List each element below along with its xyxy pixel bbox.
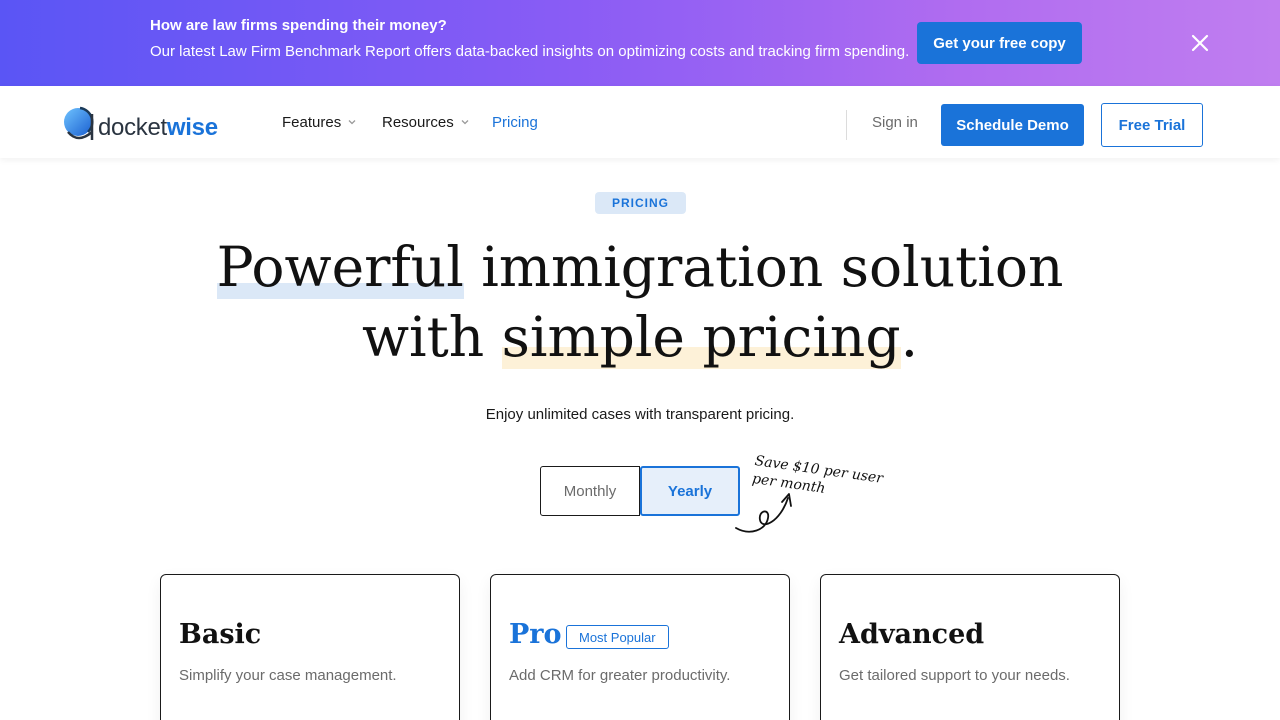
- page-title: Powerful immigration solution with simpl…: [0, 232, 1280, 372]
- logo-text-wise: wise: [166, 114, 218, 141]
- section-pill: PRICING: [595, 192, 686, 214]
- banner-title: How are law firms spending their money?: [150, 17, 447, 34]
- get-free-copy-button[interactable]: Get your free copy: [917, 22, 1082, 64]
- plan-description: Get tailored support to your needs.: [839, 667, 1070, 684]
- logo-text-docket: docket: [98, 114, 167, 141]
- plan-name: Pro: [509, 619, 562, 650]
- hero-subtitle: Enjoy unlimited cases with transparent p…: [485, 406, 795, 423]
- nav-resources[interactable]: Resources: [382, 86, 470, 158]
- free-trial-button[interactable]: Free Trial: [1101, 103, 1203, 147]
- header-divider: [846, 110, 847, 140]
- plan-card-advanced: Advanced Get tailored support to your ne…: [820, 574, 1120, 720]
- banner-subtitle: Our latest Law Firm Benchmark Report off…: [150, 43, 910, 60]
- plan-card-basic: Basic Simplify your case management.: [160, 574, 460, 720]
- logo-mark-icon: [62, 104, 98, 142]
- title-highlight-powerful: Powerful: [216, 235, 464, 299]
- site-header: docketwise Features Resources Pricing Si…: [0, 86, 1280, 158]
- sign-in-link[interactable]: Sign in: [872, 86, 918, 158]
- nav-pricing[interactable]: Pricing: [492, 86, 538, 158]
- promo-banner: How are law firms spending their money? …: [0, 0, 1280, 86]
- nav-resources-label: Resources: [382, 113, 454, 131]
- close-icon[interactable]: [1188, 31, 1212, 55]
- plan-name: Basic: [179, 619, 262, 650]
- billing-monthly-option[interactable]: Monthly: [540, 466, 640, 516]
- docketwise-logo[interactable]: docketwise: [62, 102, 218, 144]
- nav-features[interactable]: Features: [282, 86, 357, 158]
- plan-description: Add CRM for greater productivity.: [509, 667, 731, 684]
- title-line-2: with simple pricing.: [0, 302, 1280, 372]
- savings-note: Save $10 per user per month: [730, 450, 900, 540]
- schedule-demo-button[interactable]: Schedule Demo: [941, 104, 1084, 146]
- logo-text: docketwise: [98, 114, 218, 142]
- billing-yearly-option[interactable]: Yearly: [640, 466, 740, 516]
- title-highlight-simple-pricing: simple pricing: [501, 305, 901, 369]
- plan-description: Simplify your case management.: [179, 667, 397, 684]
- title-text: immigration solution: [463, 235, 1064, 299]
- chevron-down-icon: [461, 120, 469, 125]
- title-text: with: [361, 305, 502, 369]
- nav-features-label: Features: [282, 113, 342, 131]
- title-text: .: [900, 305, 919, 369]
- plan-name: Advanced: [839, 619, 985, 650]
- plan-card-pro: Pro Most Popular Add CRM for greater pro…: [490, 574, 790, 720]
- curved-arrow-icon: [735, 493, 792, 533]
- billing-toggle: Monthly Yearly: [540, 466, 740, 516]
- banner-text: How are law firms spending their money? …: [150, 16, 909, 62]
- title-line-1: Powerful immigration solution: [0, 232, 1280, 302]
- most-popular-badge: Most Popular: [566, 625, 669, 649]
- chevron-down-icon: [348, 120, 356, 125]
- nav-pricing-label: Pricing: [492, 113, 538, 131]
